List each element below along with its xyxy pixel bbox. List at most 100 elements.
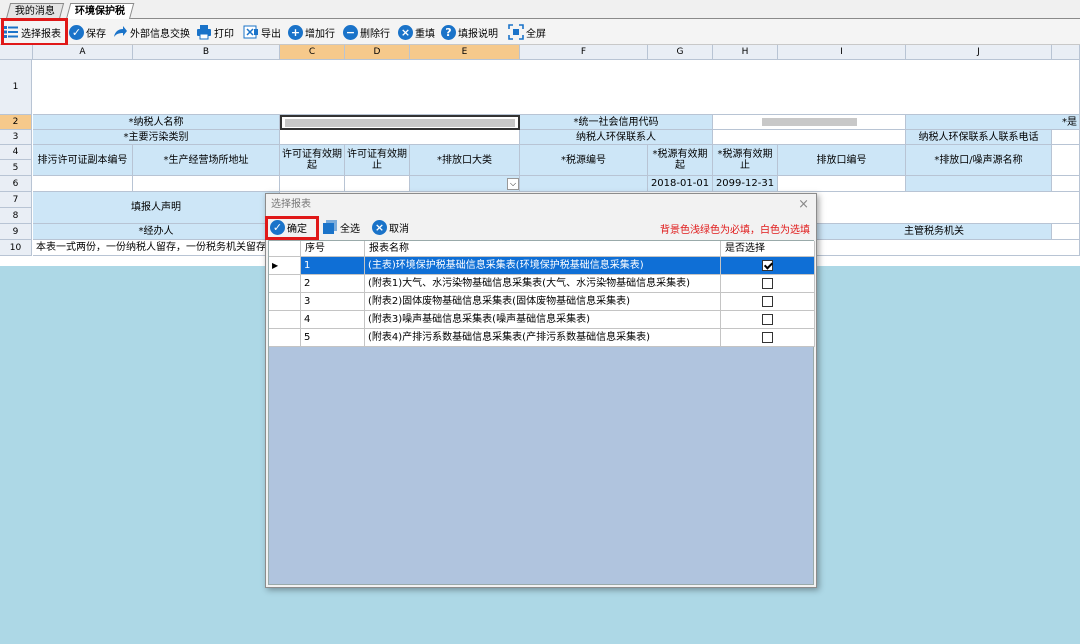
- print-button[interactable]: 打印: [196, 22, 234, 42]
- source-end-input[interactable]: 2099-12-31: [713, 176, 778, 192]
- row-header[interactable]: 1: [0, 60, 32, 115]
- list-icon: [3, 24, 19, 40]
- external-exchange-button[interactable]: 外部信息交换: [112, 22, 190, 42]
- column-header[interactable]: H: [713, 45, 778, 60]
- row-header[interactable]: 8: [0, 208, 32, 224]
- permit-start-input[interactable]: [280, 176, 345, 192]
- label-cell: *税源有效期起: [648, 145, 713, 176]
- tab-environment-tax[interactable]: 环境保护税: [65, 3, 135, 20]
- row-header[interactable]: 10: [0, 240, 32, 256]
- share-arrow-icon: [112, 24, 128, 40]
- x-circle-icon: ×: [372, 219, 387, 235]
- row-header[interactable]: 7: [0, 192, 32, 208]
- tax-authority-input[interactable]: [1052, 224, 1080, 240]
- export-button[interactable]: 导出: [243, 22, 281, 42]
- refill-button[interactable]: × 重填: [398, 22, 435, 42]
- env-contact-phone-input[interactable]: [1052, 130, 1080, 145]
- add-row-button[interactable]: + 增加行: [288, 22, 335, 42]
- button-label: 确定: [287, 223, 307, 235]
- row-header[interactable]: 3: [0, 130, 32, 145]
- row-header[interactable]: 9: [0, 224, 32, 240]
- table-row[interactable]: 4 (附表3)噪声基础信息采集表(噪声基础信息采集表): [269, 311, 815, 329]
- column-header[interactable]: D: [345, 45, 410, 60]
- chevron-down-icon: ⌵: [507, 177, 519, 190]
- source-no-input[interactable]: [520, 176, 648, 192]
- taxpayer-name-input[interactable]: [280, 115, 520, 130]
- fullscreen-icon: [508, 24, 524, 40]
- blank-header-cell: [33, 60, 1080, 115]
- tab-label: 环境保护税: [75, 6, 125, 17]
- label-cell: *是: [906, 115, 1080, 130]
- label-cell: 许可证有效期起: [280, 145, 345, 176]
- tab-label: 我的消息: [14, 6, 55, 17]
- tab-my-messages[interactable]: 我的消息: [5, 3, 65, 19]
- row-report-name: (附表1)大气、水污染物基础信息采集表(大气、水污染物基础信息采集表): [365, 275, 721, 293]
- row-indicator-icon: ▶: [269, 257, 301, 275]
- table-row[interactable]: 2 (附表1)大气、水污染物基础信息采集表(大气、水污染物基础信息采集表): [269, 275, 815, 293]
- column-header[interactable]: G: [648, 45, 713, 60]
- select-all-button[interactable]: 全选: [322, 217, 360, 237]
- column-header[interactable]: C: [280, 45, 345, 60]
- permit-end-input[interactable]: [345, 176, 410, 192]
- outlet-category-select[interactable]: ⌵: [410, 176, 520, 192]
- row-header[interactable]: 4: [0, 145, 32, 160]
- question-circle-icon: ?: [441, 24, 456, 40]
- button-label: 填报说明: [458, 28, 498, 40]
- select-report-button[interactable]: 选择报表: [3, 22, 61, 42]
- delete-row-button[interactable]: − 删除行: [343, 22, 390, 42]
- column-header[interactable]: J: [906, 45, 1052, 60]
- column-header[interactable]: E: [410, 45, 520, 60]
- redacted-value: [285, 118, 515, 127]
- table-row[interactable]: 5 (附表4)产排污系数基础信息采集表(产排污系数基础信息采集表): [269, 329, 815, 347]
- close-icon[interactable]: ×: [798, 197, 809, 212]
- confirm-button[interactable]: ✓ 确定: [270, 217, 307, 237]
- label-cell: *主要污染类别: [33, 130, 280, 145]
- row-header[interactable]: 2: [0, 115, 32, 130]
- row-no: 5: [301, 329, 365, 347]
- column-header[interactable]: F: [520, 45, 648, 60]
- dialog-toolbar: ✓ 确定 全选 × 取消 背景色浅绿色为必填，白色为选填: [266, 216, 816, 238]
- plus-circle-icon: +: [288, 24, 303, 40]
- row-header[interactable]: 5: [0, 160, 32, 176]
- address-input[interactable]: [133, 176, 280, 192]
- cancel-button[interactable]: × 取消: [372, 217, 409, 237]
- credit-code-input[interactable]: [713, 115, 906, 130]
- dialog-title: 选择报表: [271, 199, 311, 210]
- pollutant-type-input[interactable]: [280, 130, 520, 145]
- table-row[interactable]: 3 (附表2)固体废物基础信息采集表(固体废物基础信息采集表): [269, 293, 815, 311]
- permit-no-input[interactable]: [33, 176, 133, 192]
- label-cell: 主管税务机关: [817, 224, 1052, 240]
- label-cell: 排污许可证副本编号: [33, 145, 133, 176]
- row-indicator: [269, 329, 301, 347]
- row-indicator: [269, 275, 301, 293]
- grid-header-no: 序号: [301, 241, 365, 257]
- toolbar: 选择报表 ✓ 保存 外部信息交换 打印 导出 + 增加行 − 删除行 × 重填 …: [0, 19, 1080, 45]
- outlet-no-input[interactable]: [778, 176, 906, 192]
- button-label: 全屏: [526, 28, 546, 40]
- row-checkbox[interactable]: [761, 296, 773, 307]
- corner-cell: [0, 45, 33, 60]
- row-checkbox[interactable]: [761, 332, 773, 343]
- row-header[interactable]: 6: [0, 176, 32, 192]
- column-header[interactable]: I: [778, 45, 906, 60]
- row-checkbox[interactable]: [761, 314, 773, 325]
- save-button[interactable]: ✓ 保存: [69, 22, 106, 42]
- table-row[interactable]: ▶ 1 (主表)环境保护税基础信息采集表(环境保护税基础信息采集表): [269, 257, 815, 275]
- env-contact-input[interactable]: [713, 130, 906, 145]
- source-start-input[interactable]: 2018-01-01: [648, 176, 713, 192]
- row-select-cell: [721, 275, 815, 293]
- grid-corner: [269, 241, 301, 257]
- grid-header-name: 报表名称: [365, 241, 721, 257]
- fullscreen-button[interactable]: 全屏: [508, 22, 546, 42]
- button-label: 删除行: [360, 28, 390, 40]
- label-cell: *税源有效期止: [713, 145, 778, 176]
- column-header[interactable]: A: [33, 45, 133, 60]
- label-cell: 排放口编号: [778, 145, 906, 176]
- column-header[interactable]: B: [133, 45, 280, 60]
- row-checkbox[interactable]: [761, 278, 773, 289]
- column-header-overflow: [1052, 45, 1080, 60]
- outlet-name-input[interactable]: [906, 176, 1052, 192]
- row-checkbox[interactable]: [761, 260, 773, 271]
- check-circle-icon: ✓: [270, 219, 285, 235]
- fill-instructions-button[interactable]: ? 填报说明: [441, 22, 498, 42]
